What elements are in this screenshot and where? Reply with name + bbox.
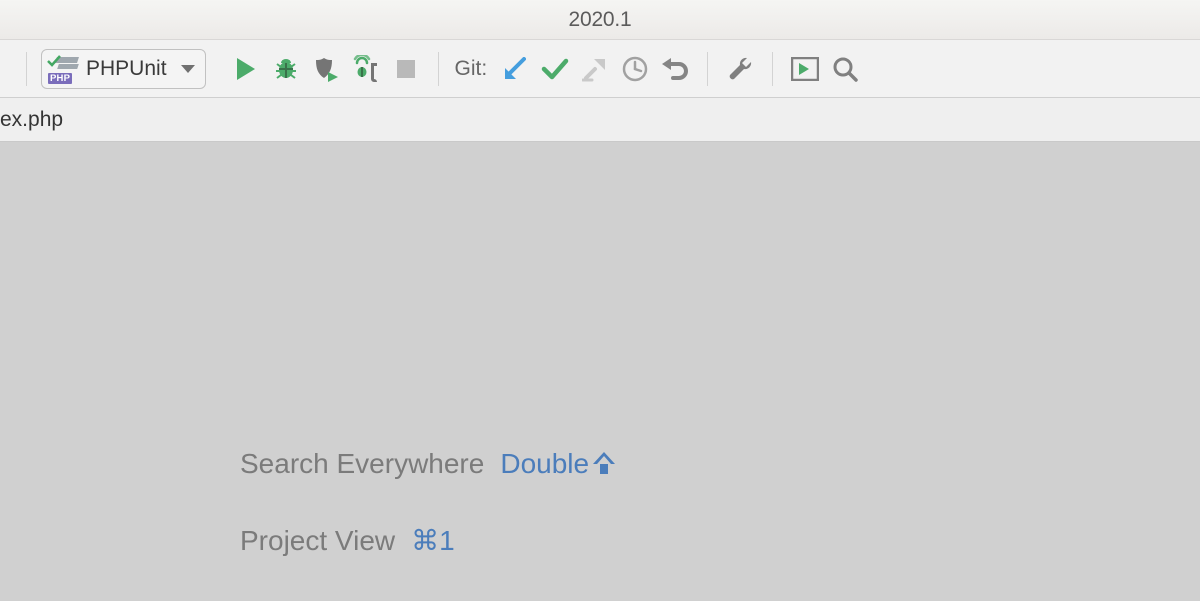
- hint-row: Search Everywhere Double: [240, 448, 1200, 480]
- main-toolbar: PHP PHPUnit: [0, 40, 1200, 98]
- play-icon: [235, 57, 257, 81]
- run-button[interactable]: [228, 51, 264, 87]
- stop-icon: [396, 59, 416, 79]
- hint-key: ⌘1: [411, 524, 455, 557]
- shortcut-hints: Search Everywhere Double Project View ⌘1: [0, 448, 1200, 601]
- toolbar-divider: [438, 52, 439, 86]
- shield-play-icon: [312, 55, 340, 83]
- toolbar-divider: [707, 52, 708, 86]
- hint-label: Search Everywhere: [240, 448, 484, 480]
- git-commit-button[interactable]: [537, 51, 573, 87]
- git-push-button[interactable]: [577, 51, 613, 87]
- bug-icon: [273, 56, 299, 82]
- hint-row: Project View ⌘1: [240, 524, 1200, 557]
- window-titlebar: 2020.1: [0, 0, 1200, 40]
- profile-button[interactable]: [348, 51, 384, 87]
- editor-empty-state: Search Everywhere Double Project View ⌘1: [0, 142, 1200, 600]
- toolbar-divider: [772, 52, 773, 86]
- settings-button[interactable]: [722, 51, 758, 87]
- stop-button[interactable]: [388, 51, 424, 87]
- arrow-down-left-icon: [502, 56, 528, 82]
- window-title: 2020.1: [0, 8, 1200, 32]
- profile-icon: [351, 55, 381, 83]
- arrow-up-right-icon: [582, 56, 608, 82]
- hint-label: Project View: [240, 525, 395, 557]
- clock-icon: [622, 56, 648, 82]
- search-icon: [831, 55, 859, 83]
- undo-icon: [661, 56, 689, 82]
- chevron-down-icon: [181, 65, 195, 73]
- wrench-icon: [726, 55, 754, 83]
- search-everywhere-button[interactable]: [827, 51, 863, 87]
- run-with-coverage-button[interactable]: [308, 51, 344, 87]
- terminal-play-icon: [791, 57, 819, 81]
- vcs-label: Git:: [455, 57, 488, 81]
- debug-button[interactable]: [268, 51, 304, 87]
- run-anything-button[interactable]: [787, 51, 823, 87]
- shift-icon: [595, 452, 613, 476]
- php-badge-label: PHP: [48, 73, 72, 84]
- hint-key: Double: [500, 448, 613, 480]
- git-update-button[interactable]: [497, 51, 533, 87]
- editor-tabbar: ex.php: [0, 98, 1200, 142]
- git-rollback-button[interactable]: [657, 51, 693, 87]
- phpunit-icon: PHP: [50, 57, 78, 81]
- git-history-button[interactable]: [617, 51, 653, 87]
- run-configuration-dropdown[interactable]: PHP PHPUnit: [41, 49, 206, 89]
- run-configuration-label: PHPUnit: [86, 57, 167, 81]
- open-file-tab[interactable]: ex.php: [0, 108, 63, 132]
- toolbar-divider: [26, 52, 27, 86]
- checkmark-icon: [541, 57, 569, 81]
